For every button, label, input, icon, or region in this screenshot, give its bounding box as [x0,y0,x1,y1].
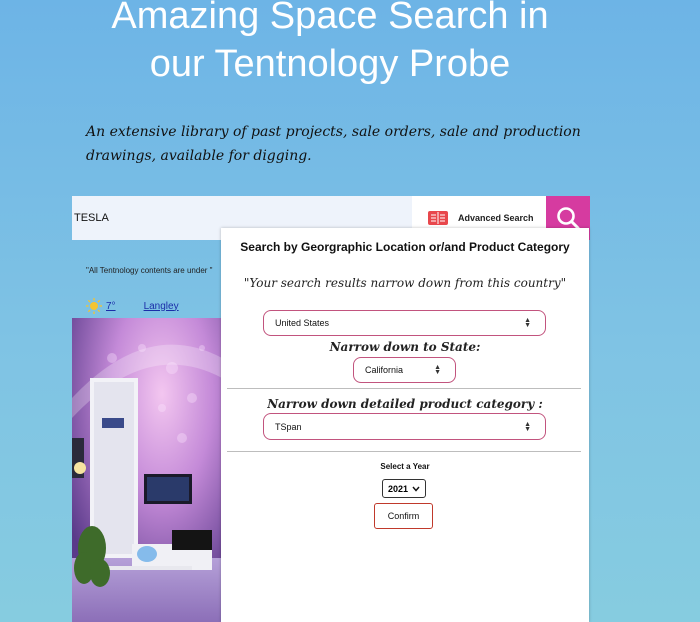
country-select[interactable]: United States ▲ ▼ [263,310,546,336]
hero-title-line-1: Amazing Space Search in [111,0,549,37]
year-value: 2021 [387,483,409,494]
hero-subtitle: An extensive library of past projects, s… [86,124,581,164]
advanced-search-label: Advanced Search [458,213,534,223]
select-arrows-icon: ▲ ▼ [434,364,441,376]
panel-title: Search by Georgraphic Location or/and Pr… [240,240,570,254]
select-arrows-icon: ▲ ▼ [524,317,531,329]
event-photo [72,318,222,622]
year-label: Select a Year [380,462,430,471]
location-category-panel: Search by Georgraphic Location or/and Pr… [221,228,589,622]
state-prompt: Narrow down to State: [329,340,481,354]
weather-city-link[interactable]: Langley [144,301,179,312]
book-icon [428,211,448,225]
content-notice: "All Tentnology contents are under " [86,266,213,275]
category-select[interactable]: TSpan ▲ ▼ [263,413,546,440]
category-value: TSpan [275,421,302,432]
state-value: California [365,365,404,375]
divider [227,388,581,389]
confirm-button[interactable]: Confirm [374,503,433,529]
select-arrows-icon: ▲ ▼ [524,420,531,433]
hero-title-line-2: our Tentnology Probe [149,43,511,85]
chevron-down-icon [412,486,420,492]
sun-icon [86,298,102,314]
state-select[interactable]: California ▲ ▼ [353,357,456,383]
country-value: United States [275,318,330,328]
year-select[interactable]: 2021 [382,479,426,498]
country-prompt: "Your search results narrow down from th… [243,276,567,290]
weather-temp-link[interactable]: 7° [106,301,116,312]
divider [227,451,581,452]
hero-title: Amazing Space Search in our Tentnology P… [0,0,660,88]
category-prompt: Narrow down detailed product category : [267,397,543,411]
weather-widget: 7° Langley [86,298,179,314]
